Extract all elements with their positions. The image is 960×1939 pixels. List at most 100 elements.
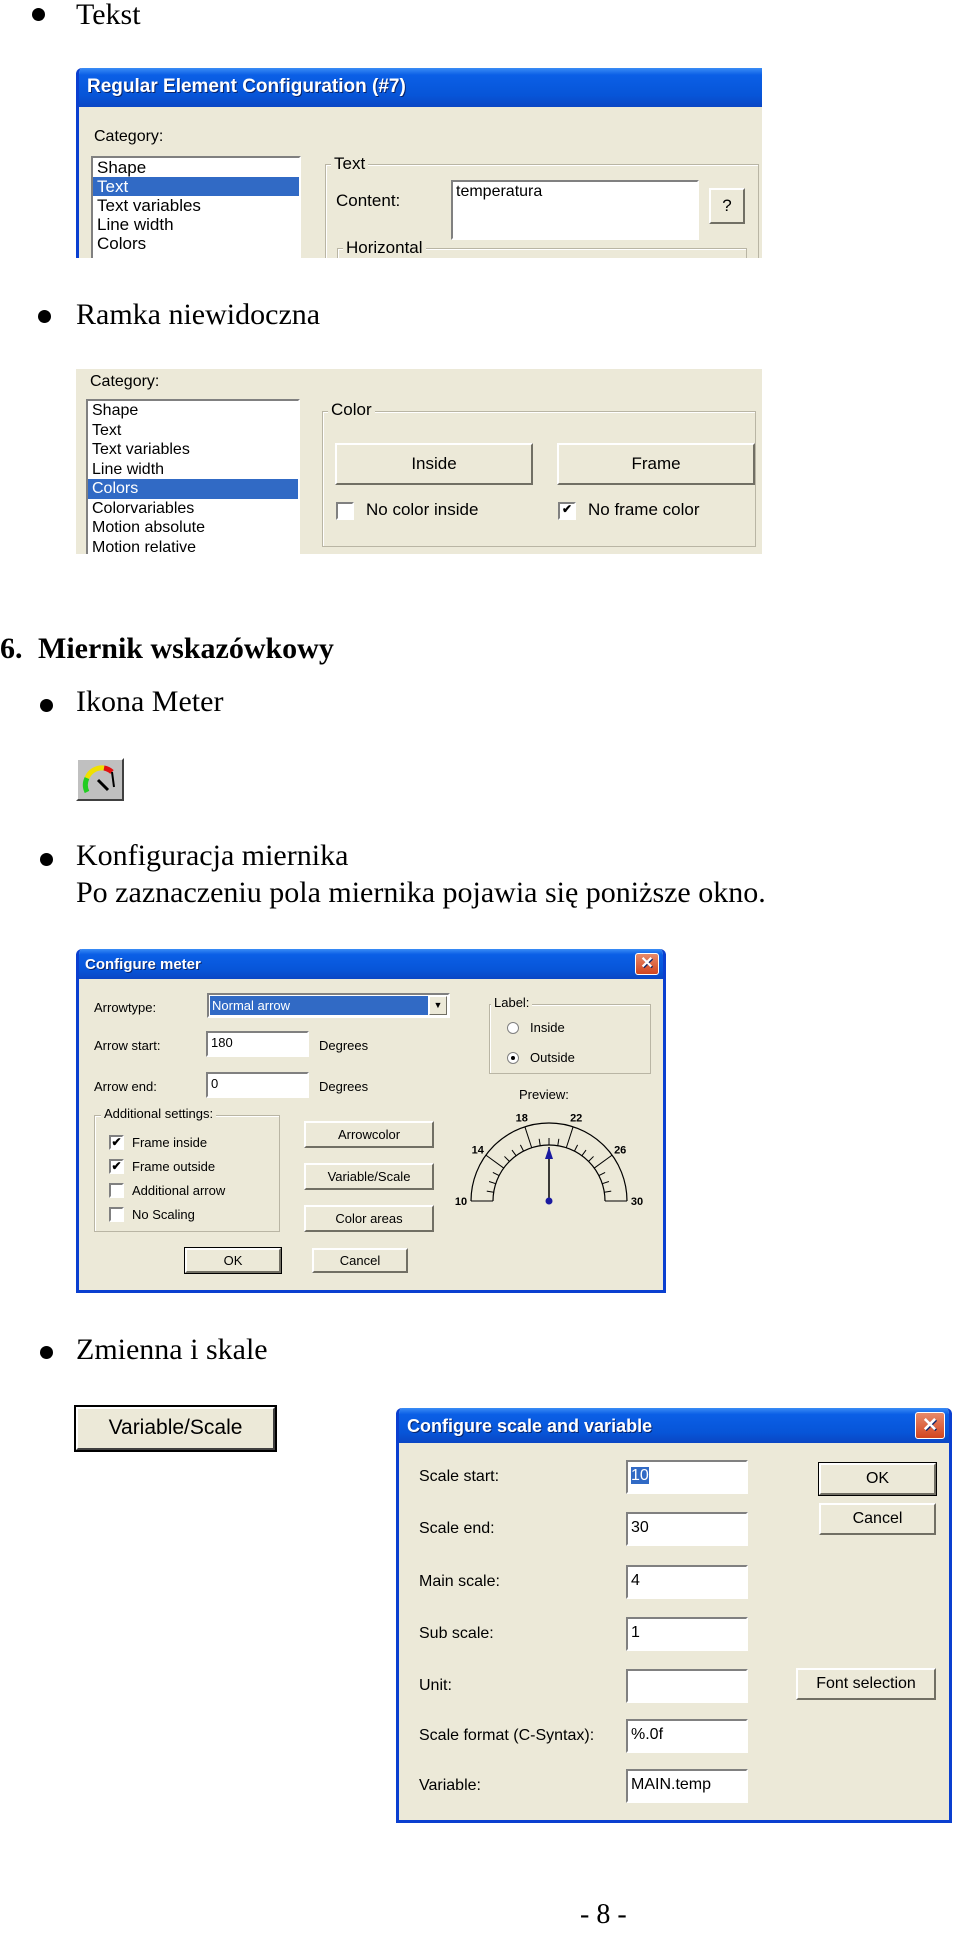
meter-needle-pivot <box>545 1197 553 1205</box>
no-color-inside-checkbox[interactable] <box>336 502 354 520</box>
category-item-selected[interactable]: Colors <box>88 479 298 499</box>
bullet-icon <box>40 853 53 866</box>
scale-field-label: Sub scale: <box>419 1625 494 1642</box>
meter-minor-tick <box>602 1181 610 1185</box>
meter-scale-label: 26 <box>614 1144 626 1156</box>
label-outside-label: Outside <box>530 1050 575 1065</box>
meter-scale-label: 14 <box>472 1144 485 1156</box>
text-group-title: Text <box>331 154 369 174</box>
meter-gauge-icon[interactable] <box>76 758 124 801</box>
color-areas-button[interactable]: Color areas <box>304 1205 434 1232</box>
no-frame-color-label: No frame color <box>588 500 700 519</box>
close-button[interactable]: ✕ <box>635 953 659 975</box>
scale-field-input[interactable]: 10 <box>626 1460 748 1494</box>
scale-field-label: Scale format (C-Syntax): <box>419 1727 595 1744</box>
inside-color-button[interactable]: Inside <box>335 443 533 485</box>
ok-button[interactable]: OK <box>818 1462 937 1496</box>
meter-minor-tick <box>538 1138 541 1146</box>
scale-field-input[interactable]: 30 <box>626 1512 748 1546</box>
category-list[interactable]: Shape Text Text variables Line width Col… <box>86 399 300 554</box>
additional-arrow-checkbox[interactable] <box>109 1183 124 1198</box>
meter-minor-tick <box>588 1156 594 1162</box>
additional-arrow-label: Additional arrow <box>132 1183 226 1198</box>
scale-field-value: 30 <box>631 1519 649 1536</box>
checkmark-icon: ✔ <box>111 1135 122 1149</box>
dialog-title: Configure scale and variable <box>407 1416 653 1436</box>
category-item-selected[interactable]: Text <box>93 177 299 196</box>
no-scaling-label: No Scaling <box>132 1207 195 1222</box>
scale-field-input[interactable]: %.0f <box>626 1719 748 1753</box>
no-scaling-checkbox[interactable] <box>109 1207 124 1222</box>
close-button[interactable]: ✕ <box>915 1412 945 1439</box>
meter-minor-tick <box>492 1171 500 1177</box>
bullet-icon <box>32 8 45 21</box>
arrowtype-value: Normal arrow <box>210 996 428 1015</box>
meter-gauge-glyph <box>82 765 115 794</box>
meter-scale-label: 10 <box>455 1196 467 1208</box>
font-selection-button[interactable]: Font selection <box>796 1668 936 1700</box>
bullet-icon <box>40 699 53 712</box>
bullet-icon <box>40 1346 53 1359</box>
cancel-button[interactable]: Cancel <box>819 1503 936 1535</box>
category-item[interactable]: Motion absolute <box>88 518 298 538</box>
scale-field-label: Unit: <box>419 1677 452 1694</box>
frame-color-button[interactable]: Frame <box>557 443 755 485</box>
category-item[interactable]: Line width <box>88 460 298 480</box>
scale-field-input[interactable]: MAIN.temp <box>626 1769 748 1803</box>
scale-field-value: MAIN.temp <box>631 1776 712 1793</box>
meter-major-tick <box>485 1154 504 1169</box>
arrow-end-input[interactable]: 0 <box>206 1072 309 1098</box>
arrowcolor-button[interactable]: Arrowcolor <box>304 1121 434 1148</box>
category-list[interactable]: Shape Text Text variables Line width Col… <box>91 156 301 258</box>
meter-minor-tick <box>519 1144 525 1152</box>
scale-field-input[interactable]: 4 <box>626 1565 748 1599</box>
configure-scale-dialog: Configure scale and variable ✕ Scale sta… <box>396 1408 952 1823</box>
frame-inside-checkbox[interactable]: ✔ <box>109 1135 124 1150</box>
colors-config-dialog: Category: Shape Text Text variables Line… <box>76 369 762 554</box>
scale-field-input[interactable]: 1 <box>626 1617 748 1651</box>
degrees-label: Degrees <box>319 1079 369 1094</box>
bullet-konfiguracja: Konfiguracja miernika <box>76 839 349 872</box>
category-item[interactable]: Line width <box>93 215 299 234</box>
help-button[interactable]: ? <box>709 188 745 224</box>
variable-scale-button-standalone[interactable]: Variable/Scale <box>74 1405 277 1452</box>
label-inside-radio[interactable] <box>507 1022 519 1034</box>
meter-needle-head <box>545 1147 553 1159</box>
ok-button[interactable]: OK <box>184 1247 282 1274</box>
meter-minor-tick <box>573 1144 579 1152</box>
scale-field-input[interactable] <box>626 1669 748 1703</box>
frame-inside-label: Frame inside <box>132 1135 208 1150</box>
scale-field-value: 10 <box>631 1467 649 1484</box>
arrowtype-label: Arrowtype: <box>94 1000 157 1015</box>
category-item[interactable]: Text <box>88 421 298 441</box>
category-item[interactable]: Shape <box>93 158 299 177</box>
category-item[interactable]: Colorvariables <box>88 499 298 519</box>
dialog-title: Regular Element Configuration (#7) <box>87 76 406 97</box>
dialog-titlebar: Configure meter ✕ <box>79 949 663 979</box>
arrow-start-label: Arrow start: <box>94 1038 161 1053</box>
dialog-title: Configure meter <box>85 956 201 973</box>
category-item[interactable]: Text variables <box>88 440 298 460</box>
close-icon: ✕ <box>922 1415 938 1436</box>
no-frame-color-checkbox[interactable]: ✔ <box>558 502 576 520</box>
category-item[interactable]: Shape <box>88 401 298 421</box>
label-inside-label: Inside <box>530 1020 565 1035</box>
meter-scale-label: 22 <box>570 1112 582 1124</box>
color-group-title: Color <box>328 400 375 420</box>
content-input[interactable]: temperatura <box>451 180 699 240</box>
chevron-down-icon[interactable]: ▼ <box>429 996 447 1015</box>
label-outside-radio[interactable] <box>507 1052 519 1064</box>
bullet-ikona: Ikona Meter <box>76 685 224 718</box>
cancel-button[interactable]: Cancel <box>312 1248 408 1273</box>
variable-scale-button[interactable]: Variable/Scale <box>304 1163 434 1190</box>
arrow-start-input[interactable]: 180 <box>206 1031 309 1057</box>
arrow-end-label: Arrow end: <box>94 1079 157 1094</box>
scale-field-value: %.0f <box>631 1726 664 1743</box>
category-item[interactable]: Motion relative <box>88 538 298 555</box>
no-color-inside-label: No color inside <box>366 500 479 519</box>
arrowtype-select[interactable]: Normal arrow ▼ <box>207 993 450 1018</box>
category-item[interactable]: Colors <box>93 234 299 253</box>
frame-outside-checkbox[interactable]: ✔ <box>109 1159 124 1174</box>
category-item[interactable]: Text variables <box>93 196 299 215</box>
preview-label: Preview: <box>519 1087 569 1102</box>
